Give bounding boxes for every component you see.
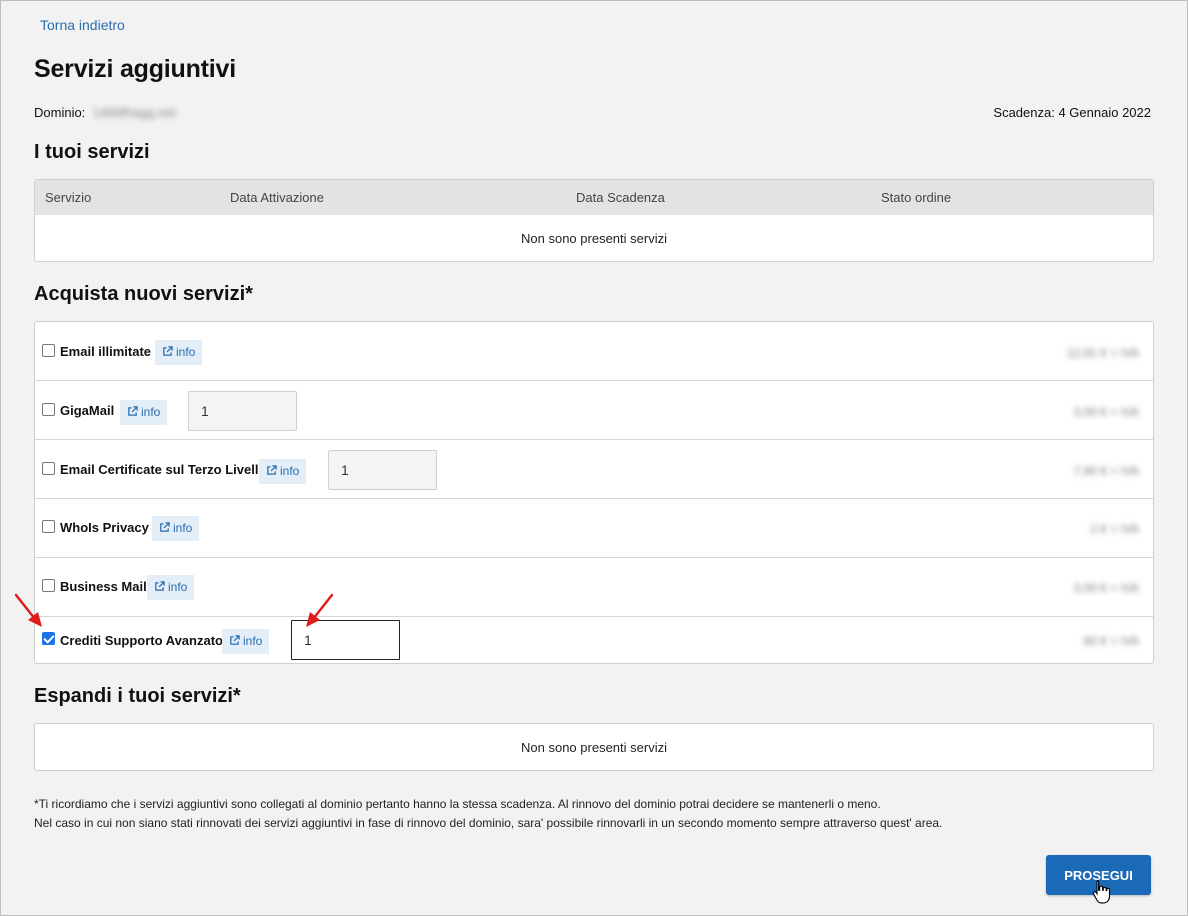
your-services-table: Servizio Data Attivazione Data Scadenza … <box>34 179 1154 262</box>
your-services-title: I tuoi servizi <box>34 141 150 163</box>
buy-services-title: Acquista nuovi servizi* <box>34 283 253 305</box>
service-name: Crediti Supporto Avanzato <box>60 633 223 648</box>
service-checkbox[interactable] <box>42 344 55 357</box>
empty-message: Non sono presenti servizi <box>521 231 667 246</box>
expand-services-box: Non sono presenti servizi <box>34 723 1154 771</box>
service-checkbox[interactable] <box>42 462 55 475</box>
info-button[interactable]: info <box>120 400 168 425</box>
page-frame: Torna indietro Servizi aggiuntivi Domini… <box>0 0 1188 916</box>
quantity-input[interactable] <box>328 450 437 490</box>
info-label: info <box>173 521 193 535</box>
page-title: Servizi aggiuntivi <box>34 55 237 83</box>
service-checkbox[interactable] <box>42 520 55 533</box>
footnote: *Ti ricordiamo che i servizi aggiuntivi … <box>34 795 942 833</box>
expiry-info: Scadenza: 4 Gennaio 2022 <box>993 105 1151 120</box>
service-price: 3,00 € + IVA <box>1073 581 1140 595</box>
service-row-email-illimitate: Email illimitate info 12,91 € + IVA <box>35 322 1153 381</box>
hand-cursor-icon <box>1092 879 1111 904</box>
external-link-icon <box>163 346 173 356</box>
buy-services-list: Email illimitate info 12,91 € + IVA Giga… <box>34 321 1154 664</box>
quantity-input[interactable] <box>188 391 297 431</box>
external-link-icon <box>267 465 277 475</box>
info-button[interactable]: info <box>155 340 203 365</box>
info-label: info <box>280 464 300 478</box>
info-button[interactable]: info <box>152 516 200 541</box>
info-button[interactable]: info <box>259 459 307 484</box>
domain-info: Dominio: 1469fhagg.net <box>34 105 176 120</box>
info-button[interactable]: info <box>222 629 270 654</box>
annotation-arrow-icon <box>14 593 42 627</box>
service-row-crediti-supporto: Crediti Supporto Avanzato info 60 € + IV… <box>35 617 1153 663</box>
service-checkbox[interactable] <box>42 579 55 592</box>
service-row-whois-privacy: WhoIs Privacy info 2 € + IVA <box>35 499 1153 558</box>
table-header: Servizio Data Attivazione Data Scadenza … <box>35 180 1153 215</box>
expiry-label: Scadenza: <box>993 105 1055 120</box>
column-header-order-status: Stato ordine <box>881 190 952 205</box>
service-row-gigamail: GigaMail info 3,00 € + IVA <box>35 381 1153 440</box>
back-link[interactable]: Torna indietro <box>40 17 125 33</box>
service-price: 3,00 € + IVA <box>1073 405 1140 419</box>
service-checkbox[interactable] <box>42 403 55 416</box>
info-label: info <box>176 345 196 359</box>
service-name: WhoIs Privacy <box>60 520 149 535</box>
service-name: GigaMail <box>60 403 115 418</box>
column-header-expiry-date: Data Scadenza <box>576 190 665 205</box>
info-label: info <box>243 634 263 648</box>
service-name: Email illimitate <box>60 344 152 359</box>
domain-label: Dominio: <box>34 105 86 120</box>
info-label: info <box>168 580 188 594</box>
external-link-icon <box>155 581 165 591</box>
column-header-service: Servizio <box>45 190 92 205</box>
service-price: 12,91 € + IVA <box>1066 346 1139 360</box>
external-link-icon <box>230 635 240 645</box>
footnote-line-1: *Ti ricordiamo che i servizi aggiuntivi … <box>34 797 881 811</box>
service-name: Email Certificate sul Terzo Livello <box>60 462 267 477</box>
service-price: 60 € + IVA <box>1083 634 1139 648</box>
info-label: info <box>141 405 161 419</box>
external-link-icon <box>160 522 170 532</box>
service-price: 7,90 € + IVA <box>1073 464 1140 478</box>
domain-value: 1469fhagg.net <box>92 105 177 120</box>
annotation-arrow-icon <box>306 593 334 627</box>
expand-services-title: Espandi i tuoi servizi* <box>34 685 241 707</box>
expiry-value: 4 Gennaio 2022 <box>1058 105 1151 120</box>
service-name: Business Mail <box>60 579 147 594</box>
service-checkbox-checked[interactable] <box>42 632 55 645</box>
empty-message: Non sono presenti servizi <box>521 740 667 755</box>
column-header-activation-date: Data Attivazione <box>230 190 324 205</box>
external-link-icon <box>128 406 138 416</box>
service-price: 2 € + IVA <box>1090 522 1139 536</box>
service-row-business-mail: Business Mail info 3,00 € + IVA <box>35 558 1153 617</box>
service-row-email-certificate: Email Certificate sul Terzo Livello info… <box>35 440 1153 499</box>
footnote-line-2: Nel caso in cui non siano stati rinnovat… <box>34 816 943 830</box>
info-button[interactable]: info <box>147 575 195 600</box>
